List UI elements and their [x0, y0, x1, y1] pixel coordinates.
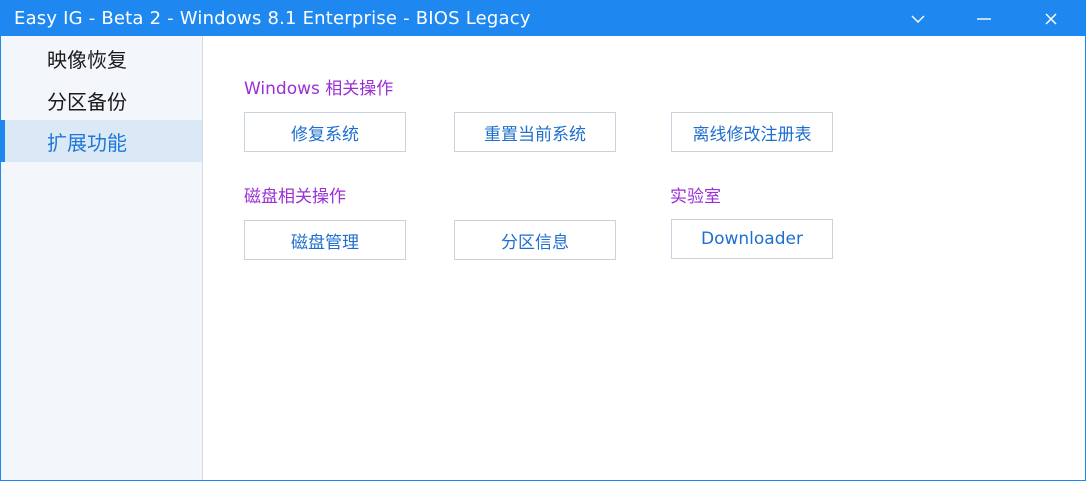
offline-registry-button[interactable]: 离线修改注册表	[671, 112, 833, 152]
section-title-lab: 实验室	[670, 187, 721, 207]
active-indicator	[1, 120, 5, 162]
section-title-windows: Windows 相关操作	[244, 79, 394, 99]
title-bar[interactable]: Easy IG - Beta 2 - Windows 8.1 Enterpris…	[1, 1, 1085, 36]
repair-system-button[interactable]: 修复系统	[244, 112, 406, 152]
partition-info-button[interactable]: 分区信息	[454, 220, 616, 260]
sidebar-item-image-restore[interactable]: 映像恢复	[1, 37, 202, 79]
reset-system-button[interactable]: 重置当前系统	[454, 112, 616, 152]
chevron-down-button[interactable]	[895, 1, 941, 36]
disk-management-button[interactable]: 磁盘管理	[244, 220, 406, 260]
sidebar: 映像恢复 分区备份 扩展功能	[1, 36, 203, 480]
close-icon	[1044, 12, 1058, 26]
sidebar-item-label: 扩展功能	[47, 130, 127, 155]
sidebar-item-extensions[interactable]: 扩展功能	[1, 120, 202, 162]
downloader-button[interactable]: Downloader	[671, 219, 833, 259]
close-button[interactable]	[1028, 1, 1074, 36]
window-title: Easy IG - Beta 2 - Windows 8.1 Enterpris…	[14, 8, 531, 29]
minimize-button[interactable]	[961, 1, 1007, 36]
app-window: Easy IG - Beta 2 - Windows 8.1 Enterpris…	[0, 0, 1086, 481]
section-title-disk: 磁盘相关操作	[244, 187, 346, 207]
sidebar-item-partition-backup[interactable]: 分区备份	[1, 79, 202, 121]
main-content: Windows 相关操作 修复系统 重置当前系统 离线修改注册表 磁盘相关操作 …	[204, 36, 1085, 480]
chevron-down-icon	[911, 14, 925, 24]
minimize-icon	[976, 17, 992, 21]
sidebar-item-label: 分区备份	[47, 89, 127, 114]
sidebar-item-label: 映像恢复	[47, 47, 127, 72]
